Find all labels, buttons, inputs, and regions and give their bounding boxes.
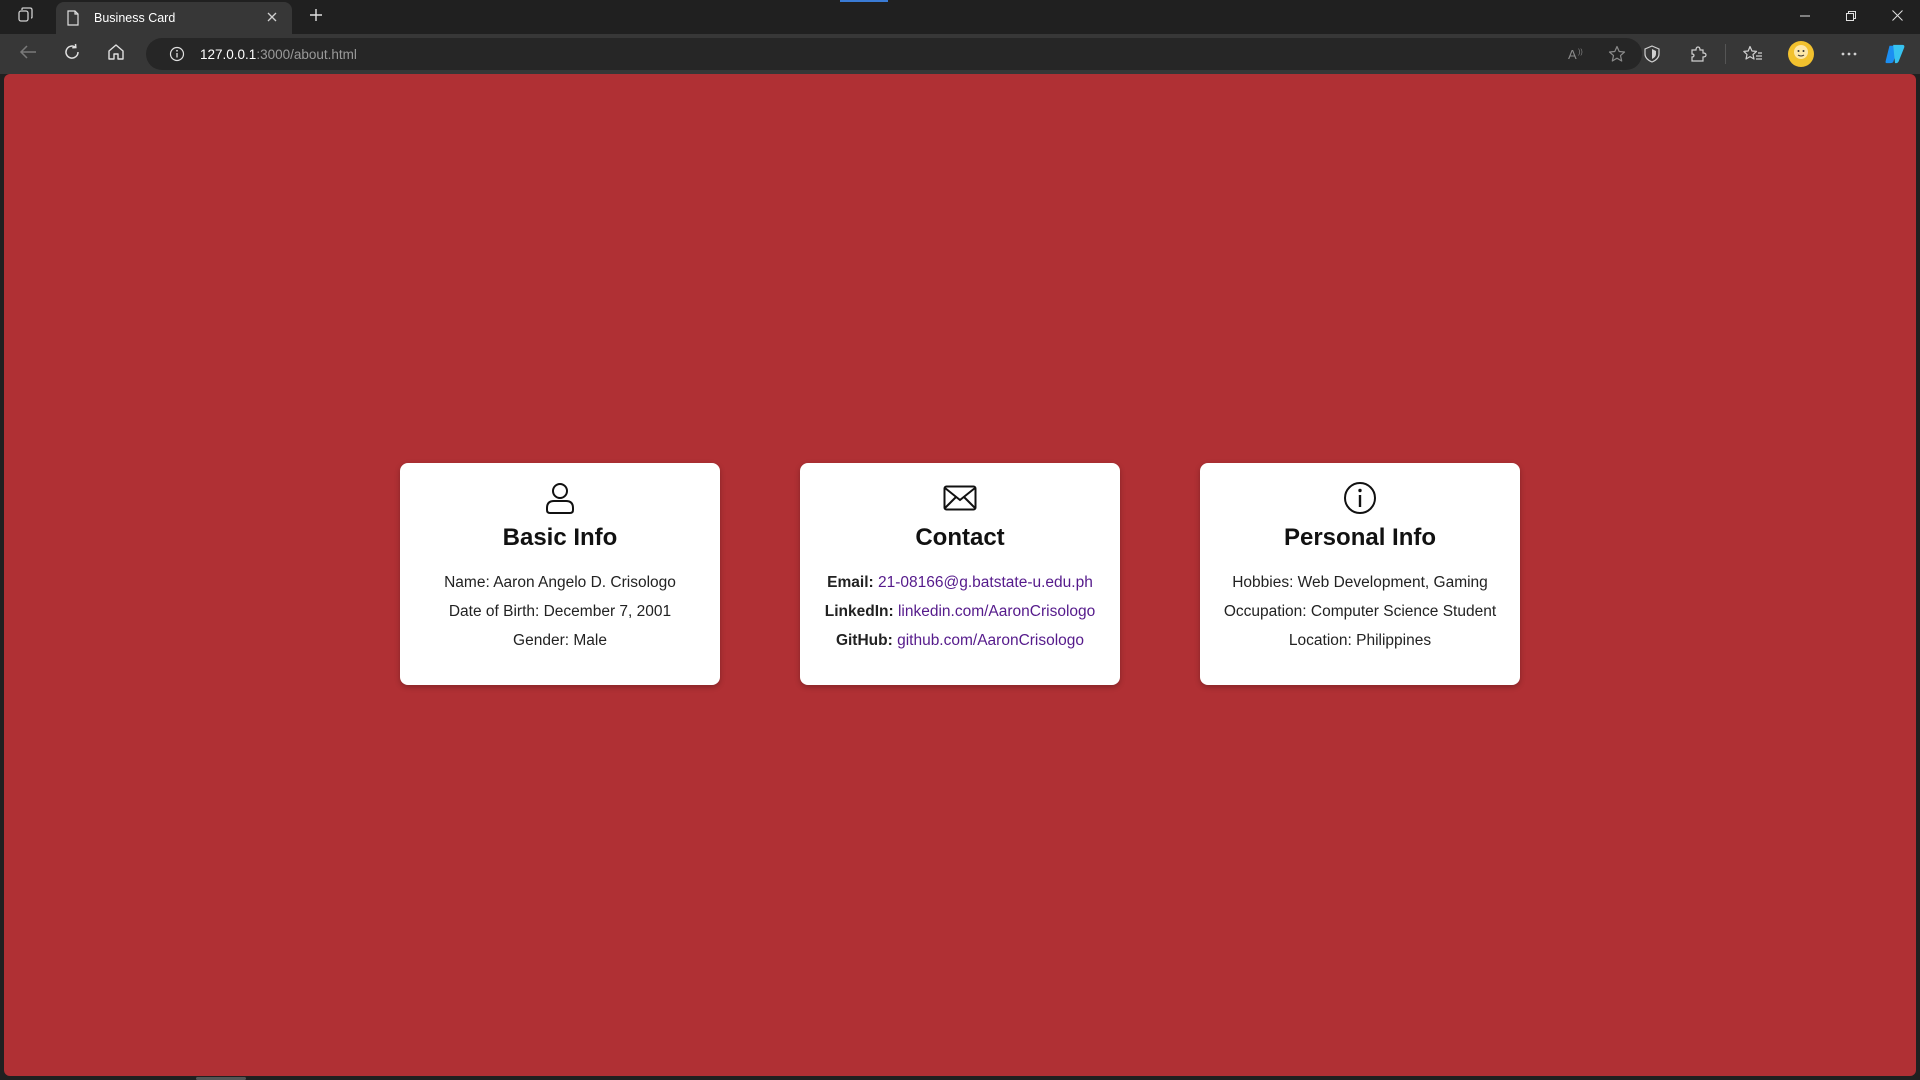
envelope-icon: [943, 481, 977, 515]
active-tab[interactable]: Business Card: [56, 2, 292, 34]
github-label: GitHub:: [835, 632, 893, 649]
linkedin-label: LinkedIn:: [824, 603, 894, 620]
profile-avatar[interactable]: [1788, 41, 1814, 67]
restore-icon: [1846, 8, 1856, 26]
address-bar-actions: A)): [1566, 38, 1628, 70]
personal-info-details: Hobbies: Web Development, Gaming Occupat…: [1200, 568, 1520, 655]
url-text: 127.0.0.1:3000/about.html: [200, 47, 357, 62]
more-options-icon[interactable]: [1838, 43, 1860, 65]
email-label: Email:: [827, 574, 874, 591]
new-tab-button[interactable]: [304, 5, 328, 29]
page-viewport: Basic Info Name: Aaron Angelo D. Crisolo…: [4, 74, 1916, 1076]
restore-button[interactable]: [1828, 0, 1874, 34]
back-button[interactable]: [14, 41, 42, 67]
cards-container: Basic Info Name: Aaron Angelo D. Crisolo…: [400, 463, 1520, 685]
tab-actions-button[interactable]: [14, 6, 38, 28]
plus-icon: [309, 8, 323, 27]
shield-icon[interactable]: [1641, 43, 1663, 65]
close-icon: [1891, 8, 1903, 26]
github-row: GitHub: github.com/AaronCrisologo: [800, 626, 1120, 655]
workspaces-icon: [17, 6, 35, 29]
minimize-icon: [1800, 8, 1810, 26]
extensions-puzzle-icon[interactable]: [1687, 43, 1709, 65]
github-link[interactable]: github.com/AaronCrisologo: [897, 632, 1084, 649]
email-link[interactable]: 21-08166@g.batstate-u.edu.ph: [878, 574, 1093, 591]
info-icon: [1343, 481, 1377, 515]
contact-title: Contact: [915, 524, 1005, 551]
linkedin-link[interactable]: linkedin.com/AaronCrisologo: [898, 603, 1095, 620]
location-text: Location: Philippines: [1288, 632, 1432, 649]
window-controls: [1782, 0, 1920, 34]
tab-title: Business Card: [94, 11, 176, 25]
favorites-icon[interactable]: [1742, 43, 1764, 65]
favorite-star-icon[interactable]: [1606, 43, 1628, 65]
back-arrow-icon: [19, 44, 37, 65]
basic-info-card: Basic Info Name: Aaron Angelo D. Crisolo…: [400, 463, 720, 685]
site-info-icon[interactable]: [168, 45, 186, 63]
basic-info-details: Name: Aaron Angelo D. Crisologo Date of …: [400, 568, 720, 655]
url-path: :3000/about.html: [256, 46, 357, 62]
svg-text:)): )): [1578, 49, 1583, 56]
personal-info-card: Personal Info Hobbies: Web Development, …: [1200, 463, 1520, 685]
hobbies-text: Hobbies: Web Development, Gaming: [1232, 574, 1488, 591]
personal-info-title: Personal Info: [1283, 524, 1437, 551]
tab-strip: Business Card: [0, 0, 1920, 34]
address-bar[interactable]: 127.0.0.1:3000/about.html A)): [146, 38, 1642, 70]
copilot-icon[interactable]: [1884, 43, 1906, 65]
toolbar-separator: [1725, 44, 1726, 64]
profile-avatar-icon: [1791, 42, 1811, 67]
user-icon: [543, 481, 577, 515]
close-icon: [267, 9, 277, 27]
tab-strip-indicator: [840, 0, 888, 2]
home-button[interactable]: [102, 41, 130, 67]
page-favicon-icon: [64, 9, 82, 27]
basic-info-title: Basic Info: [502, 524, 618, 551]
window-bottom-edge: [0, 1076, 1920, 1080]
tab-close-button[interactable]: [262, 8, 282, 28]
url-host: 127.0.0.1: [200, 46, 257, 62]
refresh-icon: [63, 43, 81, 66]
window-close-button[interactable]: [1874, 0, 1920, 34]
contact-details: Email: 21-08166@g.batstate-u.edu.ph Link…: [800, 568, 1120, 655]
minimize-button[interactable]: [1782, 0, 1828, 34]
contact-card: Contact Email: 21-08166@g.batstate-u.edu…: [800, 463, 1120, 685]
date-of-birth-text: Date of Birth: December 7, 2001: [448, 603, 672, 620]
browser-toolbar: 127.0.0.1:3000/about.html A)): [0, 34, 1920, 74]
refresh-button[interactable]: [58, 41, 86, 67]
occupation-text: Occupation: Computer Science Student: [1223, 603, 1497, 620]
email-row: Email: 21-08166@g.batstate-u.edu.ph: [800, 568, 1120, 597]
gender-text: Gender: Male: [513, 632, 607, 649]
svg-text:A: A: [1568, 47, 1577, 62]
read-aloud-icon[interactable]: A)): [1566, 43, 1588, 65]
home-icon: [107, 43, 125, 66]
toolbar-right-actions: [1629, 34, 1920, 74]
name-text: Name: Aaron Angelo D. Crisologo: [444, 574, 676, 591]
linkedin-row: LinkedIn: linkedin.com/AaronCrisologo: [800, 597, 1120, 626]
